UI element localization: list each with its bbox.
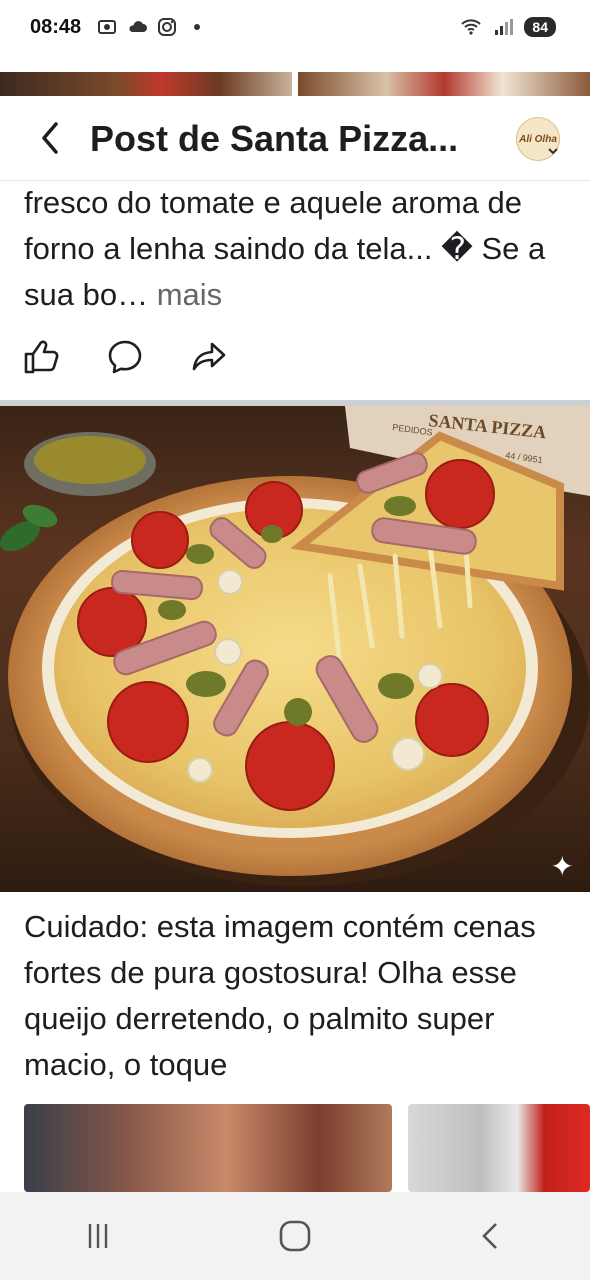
status-time: 08:48: [30, 16, 82, 38]
system-nav-bar: [0, 1192, 590, 1280]
thumbnail-image[interactable]: [408, 1104, 590, 1192]
back-button[interactable]: [28, 116, 72, 160]
see-more-link[interactable]: mais: [157, 277, 222, 312]
dot-icon: [194, 24, 200, 30]
cloud-icon: [129, 21, 147, 32]
previous-image-right: [298, 72, 590, 96]
battery-icon: 84: [524, 17, 556, 37]
like-icon: [24, 340, 59, 374]
previous-image-left: [0, 72, 292, 96]
next-posts-thumbnails: [0, 1100, 590, 1192]
wifi-icon: [461, 19, 482, 35]
thumbnail-image[interactable]: [24, 1104, 392, 1192]
ai-sparkle-icon: ✦: [550, 851, 574, 882]
like-button[interactable]: [22, 338, 60, 376]
home-icon: [279, 1220, 311, 1252]
pizza-photo: SANTA PIZZA PEDIDOS 44 / 9951: [0, 406, 590, 886]
status-icons-left: [96, 16, 208, 38]
post-actions: [22, 338, 228, 376]
caption-top-text: fresco do tomate e aquele aroma de forno…: [24, 185, 546, 312]
home-button[interactable]: [265, 1206, 325, 1266]
recent-apps-icon: [89, 1224, 108, 1248]
page-title: Post de Santa Pizza...: [90, 118, 459, 159]
recent-apps-button[interactable]: [68, 1206, 128, 1266]
post-caption-top: fresco do tomate e aquele aroma de forno…: [24, 180, 570, 318]
avatar-logo-text: Ali Olha: [519, 133, 557, 145]
post-image[interactable]: SANTA PIZZA PEDIDOS 44 / 9951: [0, 406, 590, 892]
back-nav-button[interactable]: [462, 1206, 522, 1266]
post-caption-bottom: Cuidado: esta imagem contém cenas fortes…: [24, 909, 536, 1082]
previous-content-strip: [0, 60, 590, 98]
share-icon: [192, 342, 226, 371]
status-bar: 08:48 84: [0, 0, 590, 60]
back-nav-icon: [481, 1223, 497, 1249]
chevron-down-icon[interactable]: [546, 144, 560, 158]
screen-record-icon: [98, 20, 116, 34]
post-header: Post de Santa Pizza... Ali Olha: [0, 98, 590, 181]
comment-icon: [108, 340, 142, 374]
status-icons-right: 84: [460, 16, 556, 38]
instagram-icon: [158, 18, 176, 36]
comment-button[interactable]: [106, 338, 144, 376]
share-button[interactable]: [190, 338, 228, 376]
chevron-left-icon: [42, 122, 58, 154]
signal-icon: [495, 19, 514, 35]
